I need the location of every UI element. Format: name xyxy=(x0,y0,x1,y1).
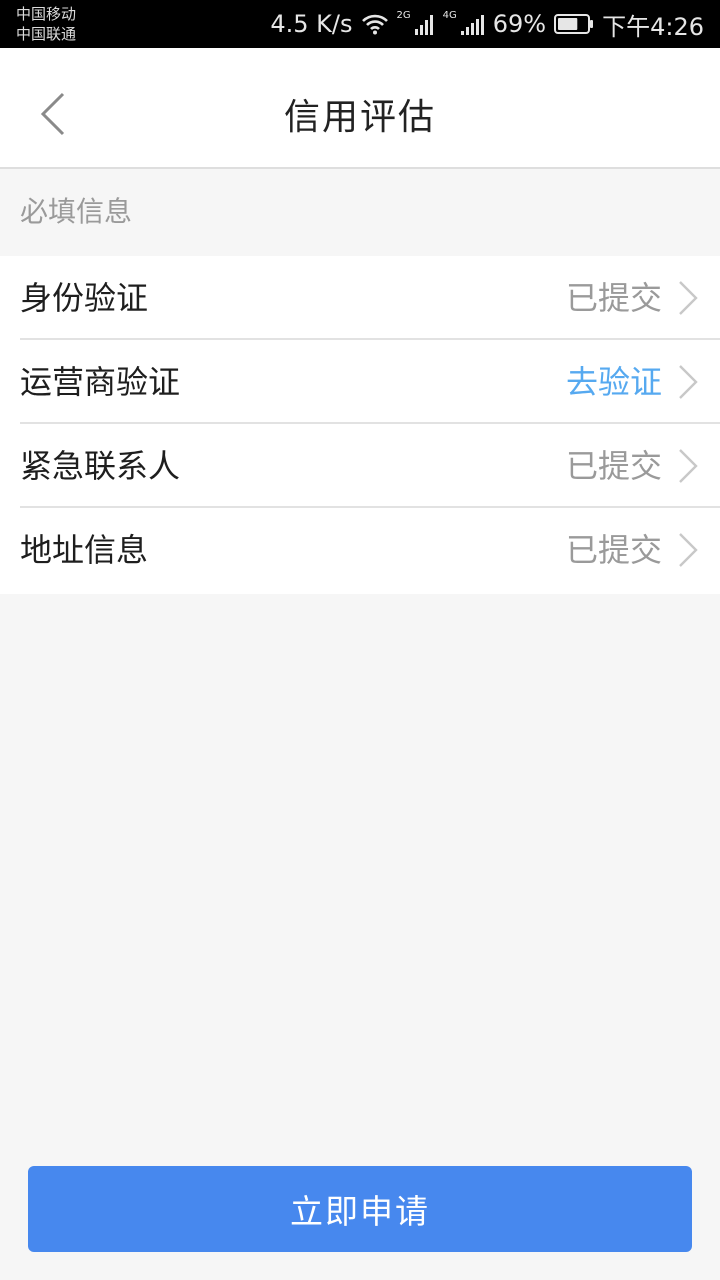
page-title: 信用评估 xyxy=(283,97,436,138)
sim2-network-badge: 4G xyxy=(442,9,457,21)
sim1-network-badge: 2G xyxy=(396,9,411,21)
chevron-right-icon xyxy=(679,533,698,567)
list-item-emergency-contact[interactable]: 紧急联系人 已提交 xyxy=(0,424,720,508)
apply-button[interactable]: 立即申请 xyxy=(28,1166,692,1252)
chevron-right-icon xyxy=(679,365,698,399)
battery-icon xyxy=(554,13,594,35)
signal-icon xyxy=(460,13,485,35)
battery-percent: 69% xyxy=(492,10,547,38)
item-status: 已提交 xyxy=(565,447,662,485)
carrier-info: 中国移动 中国联通 xyxy=(16,4,76,44)
chevron-right-icon xyxy=(679,281,698,315)
signal-icon xyxy=(414,13,435,35)
carrier-2: 中国联通 xyxy=(16,25,77,43)
verification-list: 身份验证 已提交 运营商验证 去验证 紧急联系人 已提交 地址信息 已提交 xyxy=(0,256,720,594)
item-label: 身份验证 xyxy=(20,279,149,317)
carrier-1: 中国移动 xyxy=(16,5,77,23)
status-indicators: 4.5 K/s 2G 4G 69% 下午4:26 xyxy=(270,0,704,48)
list-item-address[interactable]: 地址信息 已提交 xyxy=(0,508,720,592)
item-label: 紧急联系人 xyxy=(20,447,181,485)
clock: 下午4:26 xyxy=(602,12,704,41)
item-status: 已提交 xyxy=(565,279,662,317)
wifi-icon xyxy=(361,13,389,35)
chevron-right-icon xyxy=(679,449,698,483)
list-item-identity[interactable]: 身份验证 已提交 xyxy=(0,256,720,340)
list-item-carrier[interactable]: 运营商验证 去验证 xyxy=(0,340,720,424)
net-speed: 4.5 K/s xyxy=(270,10,353,38)
item-label: 运营商验证 xyxy=(20,363,181,401)
nav-bar: 信用评估 xyxy=(0,48,720,169)
item-label: 地址信息 xyxy=(20,531,149,569)
section-header: 必填信息 xyxy=(20,195,133,228)
status-bar: 中国移动 中国联通 4.5 K/s 2G 4G 69% 下午4:26 xyxy=(0,0,720,48)
item-status: 已提交 xyxy=(565,531,662,569)
item-status: 去验证 xyxy=(565,363,662,401)
